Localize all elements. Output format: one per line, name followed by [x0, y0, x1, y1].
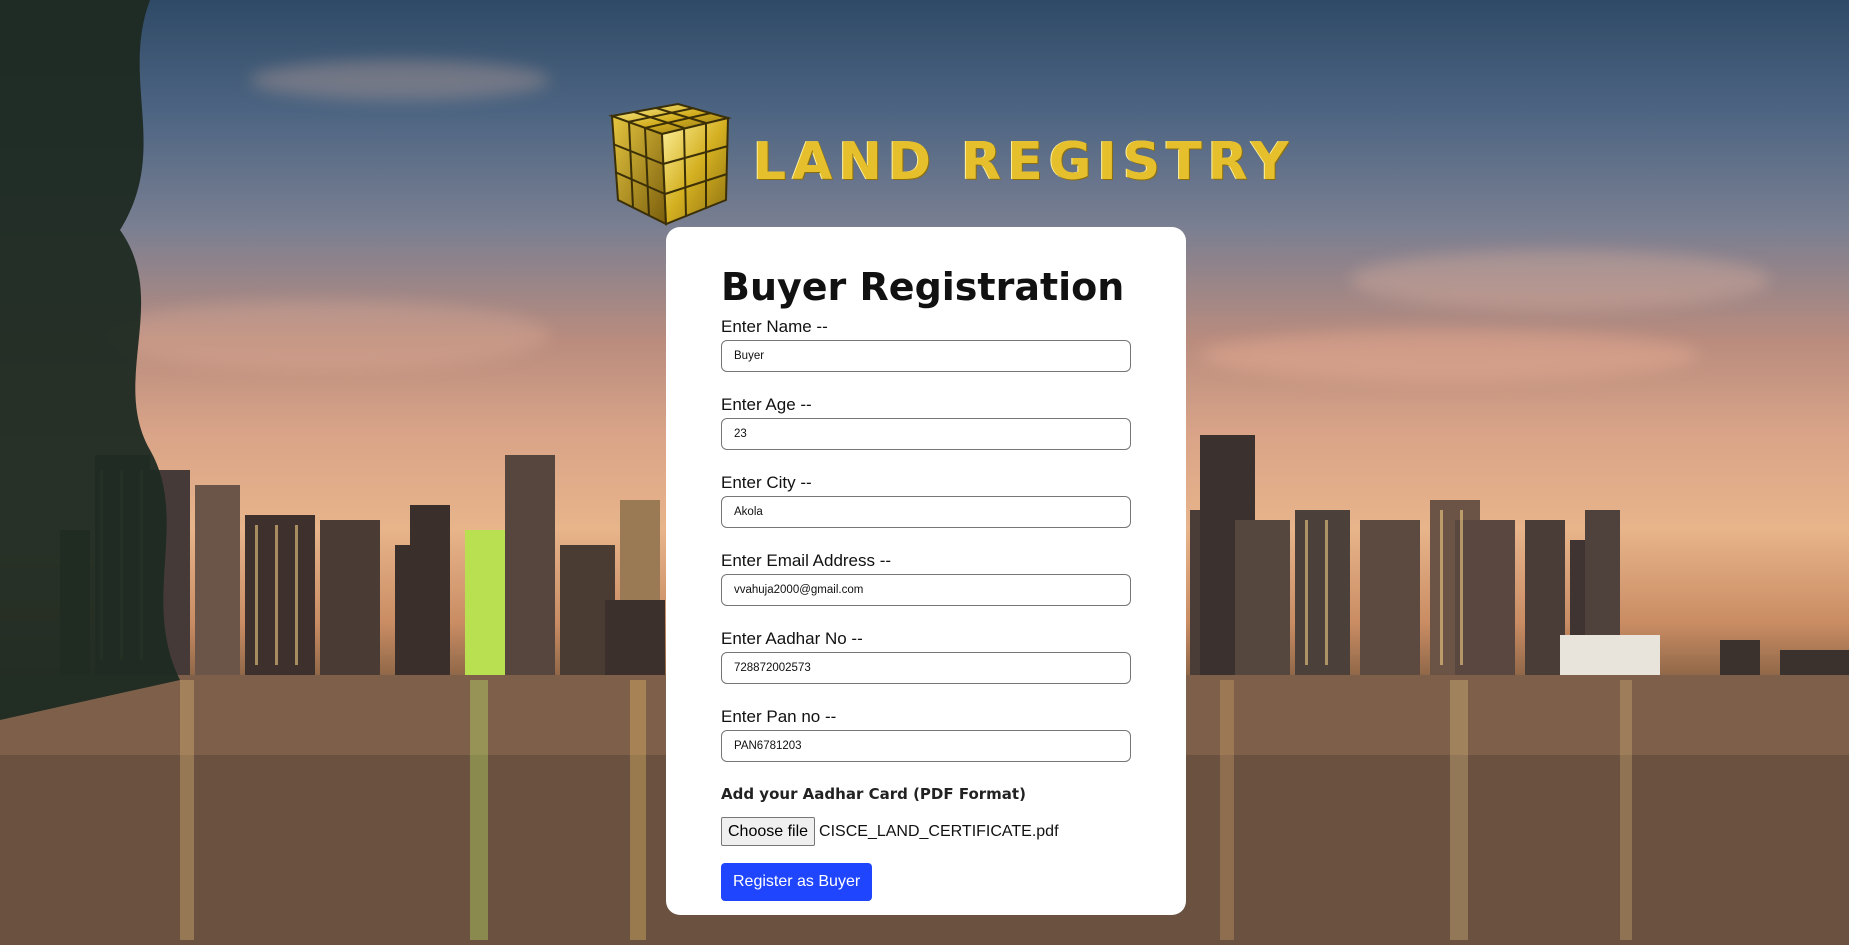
aadhar-label: Enter Aadhar No -- — [721, 629, 863, 648]
email-input[interactable] — [721, 574, 1131, 606]
pan-input[interactable] — [721, 730, 1131, 762]
selected-file-name: CISCE_LAND_CERTIFICATE.pdf — [819, 822, 1059, 840]
pan-group: Enter Pan no -- — [721, 707, 1131, 762]
page-title: Buyer Registration — [721, 265, 1125, 309]
age-group: Enter Age -- — [721, 395, 1131, 450]
file-upload: Choose file CISCE_LAND_CERTIFICATE.pdf — [721, 817, 1131, 846]
name-group: Enter Name -- — [721, 317, 1131, 372]
gold-cube-icon — [608, 102, 732, 226]
email-label: Enter Email Address -- — [721, 551, 892, 570]
register-buyer-button[interactable]: Register as Buyer — [721, 863, 873, 901]
choose-file-button[interactable]: Choose file — [721, 817, 816, 846]
city-label: Enter City -- — [721, 473, 812, 492]
aadhar-file-label: Add your Aadhar Card (PDF Format) — [721, 785, 1026, 803]
land-registry-logo: LAND REGISTRY — [608, 100, 1289, 230]
logo-text: LAND REGISTRY — [753, 132, 1295, 192]
city-group: Enter City -- — [721, 473, 1131, 528]
email-group: Enter Email Address -- — [721, 551, 1131, 606]
name-label: Enter Name -- — [721, 317, 828, 336]
city-input[interactable] — [721, 496, 1131, 528]
age-label: Enter Age -- — [721, 395, 812, 414]
age-input[interactable] — [721, 418, 1131, 450]
pan-label: Enter Pan no -- — [721, 707, 837, 726]
aadhar-input[interactable] — [721, 652, 1131, 684]
name-input[interactable] — [721, 340, 1131, 372]
aadhar-group: Enter Aadhar No -- — [721, 629, 1131, 684]
buyer-registration-card: Buyer Registration Enter Name -- Enter A… — [666, 227, 1186, 915]
